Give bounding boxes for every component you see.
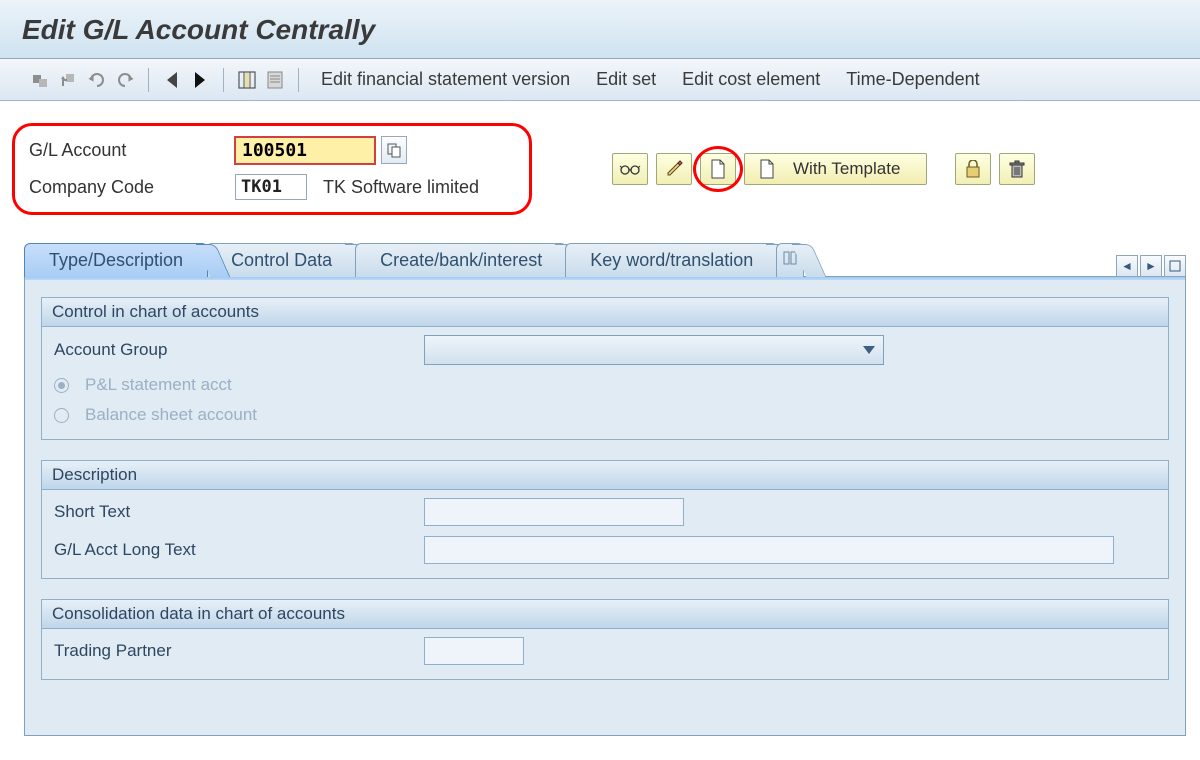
document-icon[interactable] [264, 69, 286, 91]
tab-label: Create/bank/interest [380, 250, 542, 270]
pl-statement-radio[interactable] [54, 378, 69, 393]
tab-label: Control Data [231, 250, 332, 270]
account-group-label: Account Group [54, 340, 414, 360]
selection-action-buttons: With Template [612, 153, 1035, 185]
group-header: Description [42, 461, 1168, 490]
group-control-chart-accounts: Control in chart of accounts Account Gro… [41, 297, 1169, 440]
dropdown-caret-icon [863, 346, 875, 354]
account-group-row: Account Group [54, 335, 1156, 365]
trash-icon [1009, 160, 1025, 178]
long-text-label: G/L Acct Long Text [54, 540, 414, 560]
link-edit-set[interactable]: Edit set [586, 69, 666, 90]
tab-strip: Type/Description Control Data Create/ban… [24, 243, 1186, 277]
period-screen-icon[interactable] [236, 69, 258, 91]
pencil-icon [665, 160, 683, 178]
gl-account-input[interactable] [235, 137, 375, 164]
long-text-input[interactable] [424, 536, 1114, 564]
tab-scroll-right[interactable]: ► [1140, 255, 1162, 277]
new-document-icon [759, 159, 775, 179]
gl-account-label: G/L Account [29, 140, 229, 161]
title-bar: Edit G/L Account Centrally [0, 0, 1200, 59]
display-button[interactable] [612, 153, 648, 185]
lock-button[interactable] [955, 153, 991, 185]
toolbar-icon-2[interactable] [58, 69, 80, 91]
tab-page: Control in chart of accounts Account Gro… [24, 276, 1186, 736]
create-button[interactable] [700, 153, 736, 185]
link-time-dependent[interactable]: Time-Dependent [836, 69, 989, 90]
group-description: Description Short Text G/L Acct Long Tex… [41, 460, 1169, 579]
tab-container: Type/Description Control Data Create/ban… [0, 225, 1200, 736]
gl-account-row: G/L Account [29, 136, 511, 164]
pl-statement-label: P&L statement acct [85, 375, 232, 395]
short-text-row: Short Text [54, 498, 1156, 526]
new-document-icon [710, 159, 726, 179]
company-code-label: Company Code [29, 177, 229, 198]
tab-label: Key word/translation [590, 250, 753, 270]
balance-sheet-radio[interactable] [54, 408, 69, 423]
tab-key-word-translation[interactable]: Key word/translation [565, 243, 778, 277]
trading-partner-input[interactable] [424, 637, 524, 665]
toolbar-separator [148, 68, 149, 92]
balance-sheet-row: Balance sheet account [54, 405, 1156, 425]
toolbar-icon-1[interactable] [30, 69, 52, 91]
selection-block: G/L Account Company Code TK Software lim… [0, 101, 1200, 225]
balance-sheet-label: Balance sheet account [85, 405, 257, 425]
undo-icon[interactable] [86, 69, 108, 91]
tab-more-indicator[interactable] [776, 243, 804, 277]
redo-icon[interactable] [114, 69, 136, 91]
delete-button[interactable] [999, 153, 1035, 185]
change-button[interactable] [656, 153, 692, 185]
with-template-button[interactable]: With Template [744, 153, 927, 185]
lock-icon [965, 160, 981, 178]
glasses-icon [619, 162, 641, 176]
app-toolbar: Edit financial statement version Edit se… [0, 59, 1200, 101]
group-header: Control in chart of accounts [42, 298, 1168, 327]
prev-arrow-icon[interactable] [161, 69, 183, 91]
maximize-icon [1169, 260, 1181, 272]
link-edit-cost-element[interactable]: Edit cost element [672, 69, 830, 90]
tab-scroll-left[interactable]: ◄ [1116, 255, 1138, 277]
tab-maximize[interactable] [1164, 255, 1186, 277]
toolbar-separator [298, 68, 299, 92]
with-template-label: With Template [793, 159, 900, 179]
tab-label: Type/Description [49, 250, 183, 270]
tab-create-bank-interest[interactable]: Create/bank/interest [355, 243, 567, 277]
pl-statement-row: P&L statement acct [54, 375, 1156, 395]
short-text-label: Short Text [54, 502, 414, 522]
search-help-icon [387, 142, 401, 158]
next-arrow-icon[interactable] [189, 69, 211, 91]
long-text-row: G/L Acct Long Text [54, 536, 1156, 564]
short-text-input[interactable] [424, 498, 684, 526]
company-code-description: TK Software limited [323, 177, 479, 198]
tab-control-data[interactable]: Control Data [206, 243, 357, 277]
page-title: Edit G/L Account Centrally [22, 14, 1180, 46]
tab-type-description[interactable]: Type/Description [24, 243, 208, 277]
company-code-row: Company Code TK Software limited [29, 174, 511, 200]
trading-partner-label: Trading Partner [54, 641, 414, 661]
group-header: Consolidation data in chart of accounts [42, 600, 1168, 629]
group-consolidation: Consolidation data in chart of accounts … [41, 599, 1169, 680]
gl-account-f4-button[interactable] [381, 136, 407, 164]
account-group-dropdown[interactable] [424, 335, 884, 365]
selection-highlight-box: G/L Account Company Code TK Software lim… [12, 123, 532, 215]
toolbar-separator [223, 68, 224, 92]
company-code-input[interactable] [235, 174, 307, 200]
trading-partner-row: Trading Partner [54, 637, 1156, 665]
link-efsv[interactable]: Edit financial statement version [311, 69, 580, 90]
